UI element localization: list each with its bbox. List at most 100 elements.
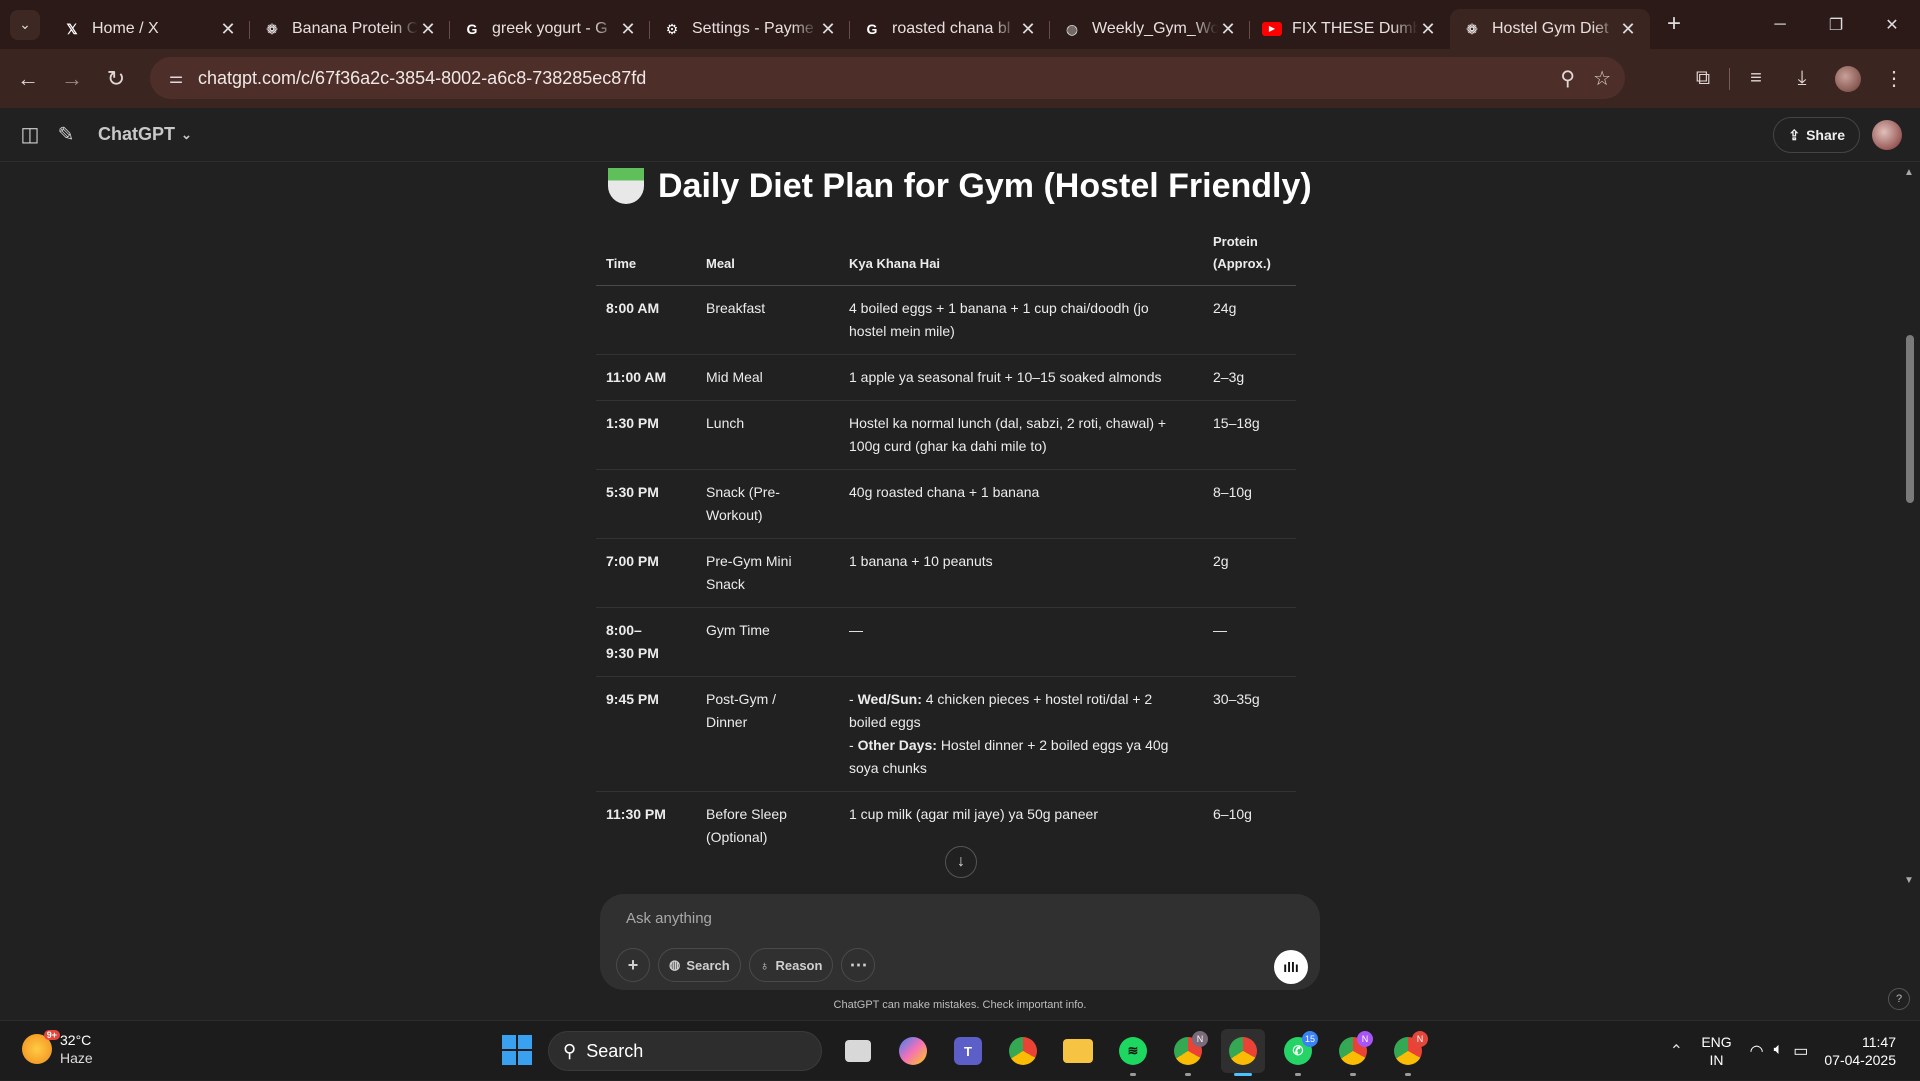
tab-title: Settings - Payme xyxy=(692,20,814,37)
url-text[interactable]: chatgpt.com/c/67f36a2c-3854-8002-a6c8-73… xyxy=(198,68,646,89)
share-button[interactable]: ⇪ Share xyxy=(1773,117,1860,153)
share-label: Share xyxy=(1806,127,1845,143)
temperature: 32°C xyxy=(60,1032,92,1048)
more-tools-button[interactable]: ⋯ xyxy=(841,948,876,982)
bookmark-star-icon[interactable]: ☆ xyxy=(1593,66,1611,91)
back-button[interactable]: ← xyxy=(6,57,50,101)
taskbar-search[interactable]: ⚲ Search xyxy=(548,1031,822,1071)
page-scrollbar[interactable]: ▲ ▼ xyxy=(1904,163,1916,886)
site-info-icon[interactable]: ⚌ xyxy=(156,68,196,88)
cell-protein: 6–10g xyxy=(1213,806,1252,822)
whatsapp-app[interactable]: ✆ 15 xyxy=(1276,1029,1320,1076)
running-indicator xyxy=(1130,1073,1136,1076)
media-control-icon[interactable]: ≡ xyxy=(1736,59,1776,99)
search-button[interactable]: ◍ Search xyxy=(658,948,741,982)
voice-waveform-icon: ıllı xyxy=(1283,959,1299,975)
extensions-icon[interactable]: ⧉ xyxy=(1683,59,1723,99)
task-view-app[interactable] xyxy=(836,1029,880,1073)
close-window-button[interactable]: ✕ xyxy=(1864,0,1920,49)
spotify-app[interactable]: ≋ xyxy=(1111,1029,1155,1076)
chrome-profile-app-3[interactable]: N xyxy=(1386,1029,1430,1076)
lightbulb-icon: ♁ xyxy=(759,957,770,973)
profile-button[interactable] xyxy=(1828,59,1868,99)
tab-home-x[interactable]: 𝕏 Home / X ✕ xyxy=(50,9,250,49)
tab-settings-payment[interactable]: ⚙ Settings - Payme ✕ xyxy=(650,9,850,49)
restore-button[interactable]: ❐ xyxy=(1808,0,1864,49)
teams-app[interactable]: T xyxy=(946,1029,990,1073)
chrome-app[interactable] xyxy=(1001,1029,1045,1073)
copilot-app[interactable] xyxy=(891,1029,935,1073)
scroll-up-arrow-icon[interactable]: ▲ xyxy=(1904,167,1914,178)
tab-weekly-gym[interactable]: ◍ Weekly_Gym_Wo ✕ xyxy=(1050,9,1250,49)
globe-icon: ◍ xyxy=(1065,20,1079,37)
model-selector[interactable]: ChatGPT ⌄ xyxy=(98,124,192,145)
cell-time: 9:45 PM xyxy=(596,676,696,792)
menu-icon[interactable]: ⋮ xyxy=(1874,59,1914,99)
user-avatar[interactable] xyxy=(1872,120,1902,150)
tab-greek-yogurt[interactable]: G greek yogurt - G ✕ xyxy=(450,9,650,49)
prompt-input[interactable]: Ask anything xyxy=(626,910,712,927)
cell-protein: 2g xyxy=(1203,538,1296,608)
cell-time: 8:00–9:30 PM xyxy=(596,607,696,677)
running-indicator xyxy=(1234,1073,1252,1076)
weather-widget[interactable]: 9+ 32°C Haze xyxy=(22,1030,93,1067)
teams-icon: T xyxy=(954,1037,982,1065)
close-icon[interactable]: ✕ xyxy=(618,19,638,40)
table-row: 9:45 PM Post-Gym / Dinner - Wed/Sun: 4 c… xyxy=(596,676,1296,792)
close-icon[interactable]: ✕ xyxy=(1218,19,1238,40)
cell-food: — xyxy=(839,607,1203,677)
message-composer: Ask anything + ◍ Search ♁ Reason ⋯ ıllı xyxy=(600,894,1320,990)
new-tab-button[interactable]: + xyxy=(1656,6,1692,42)
wifi-icon: ◠ xyxy=(1749,1043,1764,1060)
voice-mode-button[interactable]: ıllı xyxy=(1274,950,1308,984)
tab-banana-protein[interactable]: ❁ Banana Protein C ✕ xyxy=(250,9,450,49)
language-indicator[interactable]: ENG IN xyxy=(1701,1033,1731,1069)
tab-search-button[interactable]: ⌄ xyxy=(10,9,40,40)
chatgpt-icon: ❁ xyxy=(1466,20,1478,37)
food-line-label: Wed/Sun: xyxy=(857,691,922,707)
chrome-active-app[interactable] xyxy=(1221,1029,1265,1076)
chrome-profile-app-2[interactable]: N xyxy=(1331,1029,1375,1076)
lang-region: IN xyxy=(1709,1052,1724,1068)
file-explorer-app[interactable] xyxy=(1056,1029,1100,1073)
tab-youtube-video[interactable]: ▶ FIX THESE Dumb ✕ xyxy=(1250,9,1450,49)
scrollbar-thumb[interactable] xyxy=(1906,335,1914,503)
reason-button[interactable]: ♁ Reason xyxy=(748,948,834,982)
cell-food: Hostel ka normal lunch (dal, sabzi, 2 ro… xyxy=(839,400,1203,470)
close-icon[interactable]: ✕ xyxy=(218,19,238,40)
close-icon[interactable]: ✕ xyxy=(1418,19,1438,40)
clock[interactable]: 11:47 07-04-2025 xyxy=(1824,1033,1896,1069)
cell-food: 1 cup milk (agar mil jaye) ya 50g paneer xyxy=(849,806,1099,822)
sidebar-toggle-icon[interactable]: ◫ xyxy=(12,117,48,153)
table-row: 8:00 AM Breakfast 4 boiled eggs + 1 bana… xyxy=(596,285,1296,355)
scroll-to-bottom-button[interactable]: ↓ xyxy=(945,846,977,878)
reload-button[interactable]: ↻ xyxy=(94,57,138,101)
forward-button[interactable]: → xyxy=(50,57,94,101)
help-button[interactable]: ? xyxy=(1888,988,1910,1010)
close-icon[interactable]: ✕ xyxy=(818,19,838,40)
quick-settings[interactable]: ◠ 🔈︎ ▭ xyxy=(1750,1041,1809,1061)
google-icon: G xyxy=(866,21,878,37)
close-icon[interactable]: ✕ xyxy=(418,19,438,40)
cell-time: 5:30 PM xyxy=(596,469,696,539)
address-bar[interactable]: ⚌ chatgpt.com/c/67f36a2c-3854-8002-a6c8-… xyxy=(150,57,1625,99)
show-hidden-icons-chevron[interactable]: ⌃ xyxy=(1661,1041,1691,1061)
close-icon[interactable]: ✕ xyxy=(1018,19,1038,40)
download-icon[interactable]: ⤓ xyxy=(1782,59,1822,99)
tab-title: Hostel Gym Diet xyxy=(1492,20,1609,37)
tab-roasted-chana[interactable]: G roasted chana bl ✕ xyxy=(850,9,1050,49)
start-button[interactable] xyxy=(502,1035,532,1065)
table-row: 5:30 PM Snack (Pre-Workout) 40g roasted … xyxy=(596,469,1296,539)
zoom-icon[interactable]: ⚲ xyxy=(1560,66,1575,91)
new-chat-icon[interactable]: ✎ xyxy=(48,117,84,153)
chrome-profile-app[interactable]: N xyxy=(1166,1029,1210,1076)
header-meal: Meal xyxy=(696,231,839,286)
model-label: ChatGPT xyxy=(98,124,176,144)
close-icon[interactable]: ✕ xyxy=(1618,19,1638,40)
scroll-down-arrow-icon[interactable]: ▼ xyxy=(1904,875,1914,886)
tab-hostel-gym-diet[interactable]: ❁ Hostel Gym Diet ✕ xyxy=(1450,9,1650,49)
copilot-icon xyxy=(899,1037,927,1065)
attach-button[interactable]: + xyxy=(616,948,650,982)
minimize-button[interactable]: ─ xyxy=(1752,0,1808,49)
header-food: Kya Khana Hai xyxy=(839,231,1203,286)
